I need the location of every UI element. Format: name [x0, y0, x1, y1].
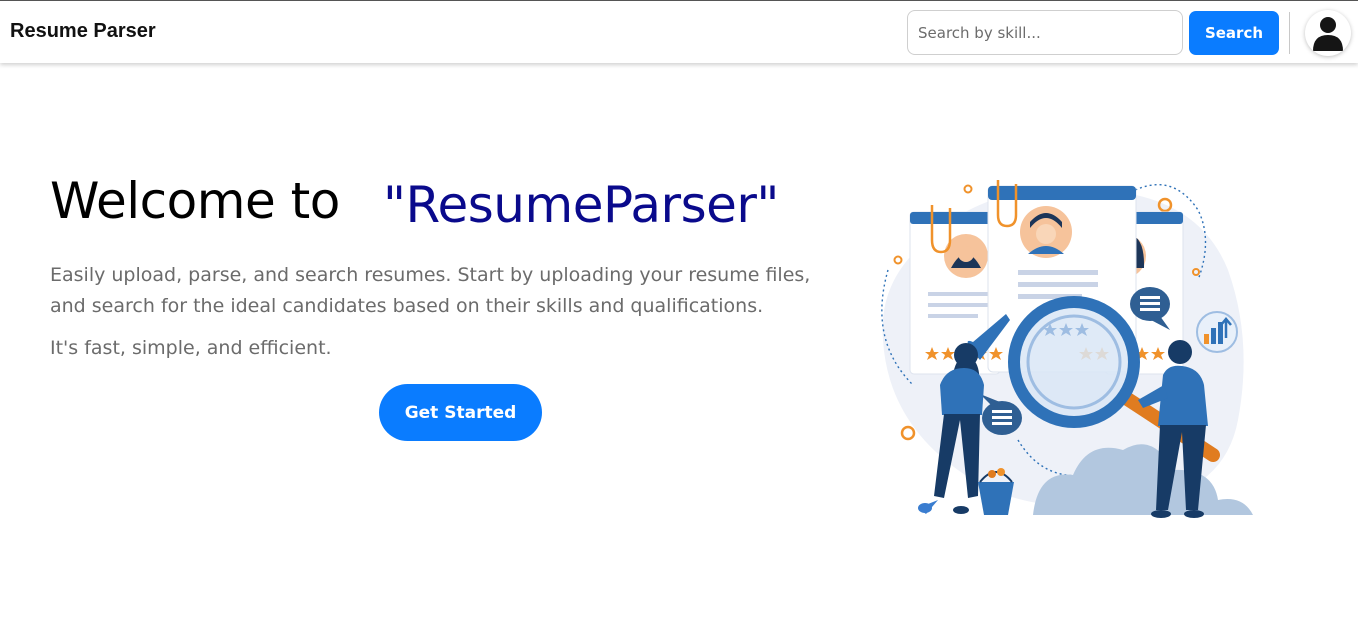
nav-divider [1289, 12, 1290, 54]
brand-title[interactable]: Resume Parser [10, 20, 156, 43]
resume-search-illustration [881, 180, 1253, 518]
hero-description: Easily upload, parse, and search resumes… [50, 264, 811, 317]
hero-brand-name: "ResumeParser" [383, 176, 779, 234]
get-started-button[interactable]: Get Started [379, 384, 542, 441]
search-input[interactable] [907, 10, 1183, 55]
navbar: Resume Parser Search [0, 0, 1358, 63]
search-button[interactable]: Search [1189, 11, 1279, 55]
hero-title: Welcome to [50, 172, 340, 230]
user-icon [1313, 17, 1343, 51]
hero-tagline: It's fast, simple, and efficient. [50, 337, 332, 359]
user-avatar[interactable] [1305, 10, 1351, 56]
